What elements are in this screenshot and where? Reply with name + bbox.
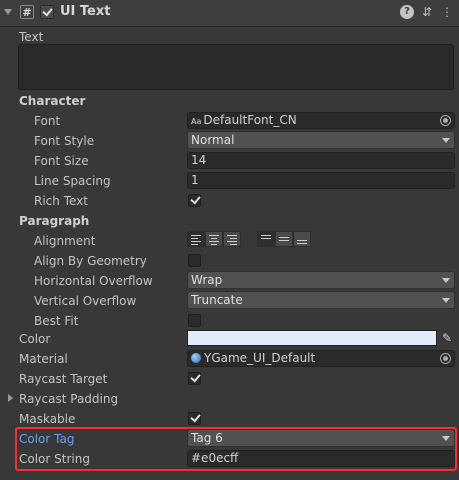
check-icon (190, 193, 201, 205)
material-value: YGame_UI_Default (204, 351, 316, 365)
align-top-button[interactable] (257, 231, 275, 247)
component-header: # UI Text ? ⇵ ⋮ (0, 0, 459, 27)
component-title: UI Text (60, 4, 111, 19)
chevron-down-icon (442, 278, 450, 283)
maskable-checkbox[interactable] (188, 411, 201, 425)
chevron-right-icon[interactable] (8, 394, 13, 402)
font-style-label: Font Style (34, 134, 95, 148)
raycast-target-label: Raycast Target (19, 372, 108, 386)
font-asset-icon: Aa (191, 117, 202, 126)
check-icon (190, 411, 201, 423)
raycast-target-checkbox[interactable] (188, 371, 201, 385)
align-by-geometry-label: Align By Geometry (34, 254, 147, 268)
align-right-button[interactable] (223, 231, 241, 247)
font-label: Font (34, 114, 61, 128)
align-right-icon (227, 235, 237, 247)
horizontal-overflow-label: Horizontal Overflow (34, 274, 153, 288)
align-bottom-icon (297, 240, 307, 246)
paragraph-header: Paragraph (19, 214, 90, 228)
object-picker-icon[interactable] (440, 115, 451, 126)
check-icon (190, 371, 201, 383)
font-size-label: Font Size (34, 154, 89, 168)
line-spacing-field[interactable]: 1 (187, 172, 455, 189)
font-size-field[interactable]: 14 (187, 152, 455, 169)
object-picker-icon[interactable] (440, 353, 451, 364)
align-middle-button[interactable] (275, 231, 293, 247)
alignment-label: Alignment (34, 234, 96, 248)
align-left-icon (191, 235, 201, 247)
align-center-button[interactable] (205, 231, 223, 247)
rich-text-checkbox[interactable] (188, 193, 201, 207)
chevron-down-icon (442, 298, 450, 303)
align-top-icon (261, 235, 271, 241)
raycast-padding-label[interactable]: Raycast Padding (19, 389, 118, 409)
horizontal-overflow-dropdown[interactable]: Wrap (187, 271, 455, 289)
character-header: Character (19, 94, 86, 108)
align-left-button[interactable] (187, 231, 205, 247)
font-value: DefaultFont_CN (203, 113, 297, 127)
align-center-icon (209, 235, 219, 247)
text-area[interactable] (18, 44, 454, 90)
horizontal-overflow-value: Wrap (191, 273, 223, 287)
color-label: Color (19, 332, 51, 346)
material-sphere-icon (191, 353, 201, 363)
rich-text-label: Rich Text (34, 194, 88, 208)
line-spacing-label: Line Spacing (34, 174, 111, 188)
vertical-overflow-value: Truncate (191, 293, 243, 307)
align-by-geometry-checkbox[interactable] (188, 254, 201, 267)
context-menu-icon[interactable]: ⋮ (440, 5, 454, 19)
material-field[interactable]: YGame_UI_Default (187, 350, 455, 367)
vertical-overflow-label: Vertical Overflow (34, 294, 137, 308)
script-icon: # (20, 5, 34, 19)
material-label: Material (19, 352, 68, 366)
highlight-box (15, 427, 457, 471)
eyedropper-icon[interactable]: ✎ (440, 330, 454, 346)
maskable-label: Maskable (19, 412, 76, 426)
help-icon[interactable]: ? (400, 5, 414, 19)
font-field[interactable]: Aa DefaultFont_CN (187, 112, 455, 129)
align-middle-icon (279, 237, 289, 243)
chevron-down-icon (442, 138, 450, 143)
check-icon (42, 5, 53, 17)
foldout-arrow-icon[interactable] (4, 9, 12, 15)
font-style-dropdown[interactable]: Normal (187, 131, 455, 149)
font-style-value: Normal (191, 133, 235, 147)
align-bottom-button[interactable] (293, 231, 311, 247)
presets-icon[interactable]: ⇵ (420, 5, 434, 19)
color-field[interactable] (187, 330, 437, 346)
best-fit-label: Best Fit (34, 314, 79, 328)
best-fit-checkbox[interactable] (188, 314, 201, 327)
component-enable-toggle[interactable] (40, 5, 54, 19)
vertical-overflow-dropdown[interactable]: Truncate (187, 291, 455, 309)
